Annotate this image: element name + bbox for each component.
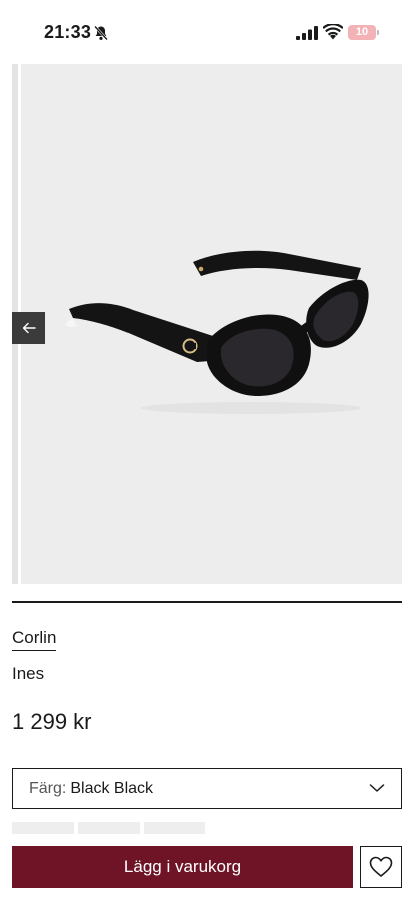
arrow-left-icon	[22, 322, 36, 334]
size-option[interactable]	[78, 822, 140, 834]
color-select-value: Black Black	[70, 779, 154, 797]
product-price: 1 299 kr	[12, 709, 92, 734]
brand-link[interactable]: Corlin	[12, 628, 57, 651]
status-time: 21:33	[44, 22, 92, 42]
add-to-cart-button[interactable]: Lägg i varukorg	[12, 846, 353, 888]
wifi-icon	[323, 24, 343, 40]
product-image[interactable]	[21, 64, 402, 584]
sunglasses-illustration	[65, 250, 369, 414]
heart-icon	[369, 856, 393, 877]
battery-icon: 10	[348, 25, 379, 40]
product-gallery[interactable]	[12, 64, 402, 584]
battery-level: 10	[355, 26, 369, 38]
gallery-prev-button[interactable]	[12, 312, 45, 344]
size-option[interactable]	[12, 822, 74, 834]
color-select-label: Färg:	[29, 779, 67, 797]
product-name: Ines	[12, 664, 45, 683]
battery-nub	[377, 30, 379, 35]
wishlist-button[interactable]	[360, 846, 402, 888]
section-divider	[12, 601, 402, 603]
size-option[interactable]	[144, 822, 205, 834]
signal-icon	[296, 26, 318, 40]
color-select[interactable]: Färg: Black Black	[12, 768, 402, 809]
status-bar: 21:33 10	[0, 0, 414, 62]
bell-slash-icon	[94, 25, 108, 41]
chevron-down-icon	[369, 784, 385, 792]
